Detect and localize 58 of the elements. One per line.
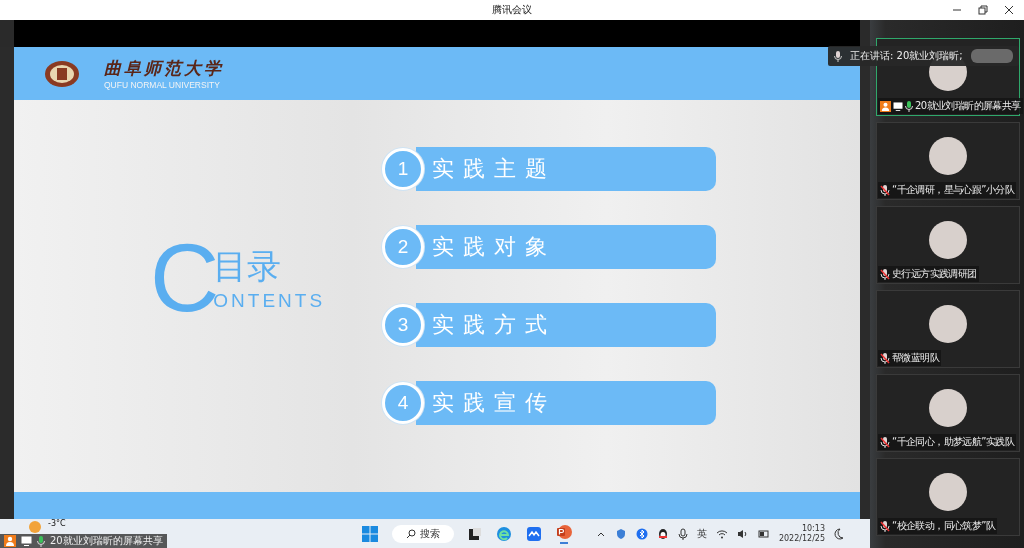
speaker-icon[interactable] [736,528,749,539]
clock-date[interactable]: 2022/12/25 [778,533,825,544]
microphone-icon [37,535,45,547]
microphone-icon [834,50,842,62]
contents-item: 实践对象 [416,225,716,269]
presentation-app-icon[interactable] [556,523,572,544]
input-method-indicator[interactable]: 英 [696,526,707,541]
number-circle: 1 [382,148,424,190]
clock-time[interactable]: 10:13 [801,523,825,534]
university-name-english: QUFU NORMAL UNIVERSITY [104,80,221,90]
search-icon [406,528,416,539]
participant-name: “校企联动，同心筑梦”队 [892,519,996,533]
avatar [929,305,967,343]
task-view-icon[interactable] [468,526,482,541]
share-label: 20就业刘瑞昕的屏幕共享 [50,535,163,547]
battery-icon[interactable] [757,528,770,539]
participant-tile[interactable]: “千企调研，星与心跟”小分队 [876,122,1020,200]
audio-wave-drawing [970,49,1013,63]
moon-icon[interactable] [834,527,844,540]
meeting-app-icon[interactable] [526,525,542,542]
person-icon [880,100,891,112]
search-field[interactable]: 搜索 [392,524,454,543]
contents-item: 实践方式 [416,303,716,347]
restore-icon[interactable] [978,5,988,15]
avatar [929,137,967,175]
browser-icon[interactable] [496,525,512,542]
participant-tile[interactable]: 史行远方实践调研团 [876,206,1020,284]
screen-icon [21,536,32,546]
start-icon[interactable] [362,525,378,542]
avatar [929,221,967,259]
number-circle: 4 [382,382,424,424]
shield-icon[interactable] [614,527,627,540]
participant-name: 帮微蓝明队 [892,351,939,365]
participant-name: “千企调研，星与心跟”小分队 [892,183,1014,197]
university-emblem-icon [44,59,80,88]
penguin-icon[interactable] [656,527,669,540]
close-icon[interactable] [1004,5,1014,15]
university-name: 曲阜师范大学 [104,57,224,80]
wifi-icon[interactable] [715,528,728,539]
participant-name: 20就业刘瑞昕的屏幕共享 [915,99,1021,113]
contents-item: 实践宣传 [416,381,716,425]
avatar [929,389,967,427]
avatar [929,473,967,511]
bluetooth-icon[interactable] [635,527,648,540]
participant-tile[interactable]: 帮微蓝明队 [876,290,1020,368]
window-title: 腾讯会议 [492,3,532,17]
participant-tile[interactable]: “千企同心，助梦远航”实践队 [876,374,1020,452]
number-circle: 2 [382,226,424,268]
participant-name: “千企同心，助梦远航”实践队 [892,435,1014,449]
participant-tile[interactable]: “校企联动，同心筑梦”队 [876,458,1020,536]
number-circle: 3 [382,304,424,346]
person-icon [4,535,16,547]
participant-name: 史行远方实践调研团 [892,267,977,281]
microphone-icon[interactable] [677,527,688,540]
contents-item: 实践主题 [416,147,716,191]
weather-sun-icon [28,520,42,534]
screen-icon [893,101,903,111]
weather-temperature: -3°C [48,520,66,528]
